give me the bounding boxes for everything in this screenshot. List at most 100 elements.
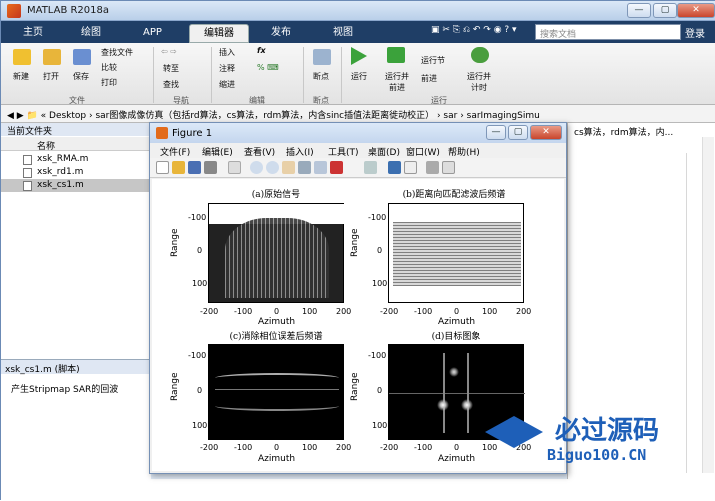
minimize-button[interactable]: —	[627, 3, 651, 18]
fx-button[interactable]: fx	[257, 46, 266, 55]
file-name: xsk_cs1.m	[37, 180, 84, 190]
goto-button[interactable]: 转至	[163, 63, 179, 74]
editor-tab-label[interactable]: cs算法，rdm算法，内...	[574, 125, 673, 138]
subplot-a-title: (a)原始信号	[251, 190, 301, 200]
hide-tools-icon[interactable]	[426, 161, 439, 174]
new-button[interactable]: 新建	[13, 71, 29, 82]
open-icon[interactable]	[172, 161, 185, 174]
pan-icon[interactable]	[282, 161, 295, 174]
zoom-in-icon[interactable]	[250, 161, 263, 174]
search-input[interactable]: 搜索文档	[535, 24, 681, 40]
menu-desktop[interactable]: 桌面(D)	[368, 145, 400, 158]
y-tick-label: 100	[192, 279, 208, 288]
legend-icon[interactable]	[404, 161, 417, 174]
address-bar[interactable]: ◀ ▶ 📁 « Desktop › sar图像成像仿真（包括rd算法，cs算法，…	[1, 105, 715, 123]
login-link[interactable]: 登录	[685, 25, 705, 40]
menu-help[interactable]: 帮助(H)	[448, 145, 480, 158]
point-target	[437, 399, 449, 411]
dock-icon[interactable]	[442, 161, 455, 174]
graduation-cap-icon	[485, 416, 543, 448]
figure-maximize-button[interactable]: ▢	[508, 125, 528, 140]
subplot-c-axes[interactable]	[208, 344, 344, 440]
menu-insert[interactable]: 插入(I)	[286, 145, 314, 158]
maximize-button[interactable]: ▢	[653, 3, 677, 18]
save-button[interactable]: 保存	[73, 71, 89, 82]
close-button[interactable]: ✕	[677, 3, 715, 18]
compare-button[interactable]: 比较	[101, 62, 117, 73]
pointer-icon[interactable]	[228, 161, 241, 174]
run-advance-button[interactable]: 运行并 前进	[385, 71, 409, 93]
percent-icon[interactable]: % ⌨	[257, 63, 279, 72]
subplot-b-axes[interactable]	[388, 203, 524, 303]
breadcrumb[interactable]: « Desktop › sar图像成像仿真（包括rd算法，cs算法，rdm算法，…	[41, 111, 540, 121]
find-button[interactable]: 查找	[163, 79, 179, 90]
y-tick-label: -100	[368, 351, 387, 360]
advance-button[interactable]: 前进	[421, 73, 437, 84]
window-title: MATLAB R2018a	[27, 5, 110, 16]
find-files-button[interactable]: 查找文件	[101, 47, 133, 58]
save-icon[interactable]	[188, 161, 201, 174]
x-axis-label: Azimuth	[438, 317, 476, 327]
open-button[interactable]: 打开	[43, 71, 59, 82]
tab-publish[interactable]: 发布	[257, 24, 305, 43]
breakpoints-button[interactable]: 断点	[313, 71, 329, 82]
run-advance-icon	[387, 47, 405, 63]
point-target	[449, 367, 459, 377]
new-figure-icon[interactable]	[156, 161, 169, 174]
point-target	[461, 399, 473, 411]
print-button[interactable]: 打印	[101, 77, 117, 88]
menu-view[interactable]: 查看(V)	[244, 145, 275, 158]
subplot-c-title: (c)消除相位误差后频谱	[229, 332, 323, 342]
brush-icon[interactable]	[330, 161, 343, 174]
colorbar-icon[interactable]	[388, 161, 401, 174]
x-tick-label: 0	[454, 307, 460, 316]
print-icon[interactable]	[204, 161, 217, 174]
figure-toolbar	[150, 158, 566, 178]
list-item[interactable]: xsk_RMA.m	[1, 153, 151, 166]
figure-title: Figure 1	[172, 128, 213, 139]
figure-close-button[interactable]: ✕	[530, 125, 562, 140]
run-time-icon	[471, 47, 489, 63]
subplot-a-axes[interactable]	[208, 203, 345, 303]
subplot-d-title: (d)目标图象	[431, 332, 481, 342]
zoom-out-icon[interactable]	[266, 161, 279, 174]
run-time-button[interactable]: 运行并 计时	[467, 71, 491, 93]
back-arrows-icon[interactable]: ⇦ ⇨	[161, 47, 177, 56]
menu-window[interactable]: 窗口(W)	[406, 145, 440, 158]
path-arrows-icon[interactable]: ◀ ▶ 📁	[7, 111, 41, 121]
tab-view[interactable]: 视图	[319, 24, 367, 43]
rotate-icon[interactable]	[298, 161, 311, 174]
separator	[153, 47, 154, 103]
menu-tools[interactable]: 工具(T)	[328, 145, 359, 158]
matlab-logo-icon	[7, 4, 21, 18]
run-button[interactable]: 运行	[351, 71, 367, 82]
list-item[interactable]: xsk_cs1.m	[1, 179, 151, 192]
separator	[341, 47, 342, 103]
figure-minimize-button[interactable]: —	[486, 125, 506, 140]
tab-home[interactable]: 主页	[9, 24, 57, 43]
tab-apps[interactable]: APP	[129, 24, 176, 43]
x-tick-label: 0	[454, 443, 460, 452]
figure-logo-icon	[156, 127, 168, 139]
data-cursor-icon[interactable]	[314, 161, 327, 174]
current-folder-panel: 当前文件夹 名称 xsk_RMA.m xsk_rd1.m xsk_cs1.m	[1, 123, 151, 359]
command-window[interactable]	[151, 479, 715, 501]
link-plot-icon[interactable]	[364, 161, 377, 174]
x-tick-label: -200	[200, 443, 219, 452]
phase-corrected-arc	[215, 373, 339, 383]
menu-edit[interactable]: 编辑(E)	[202, 145, 233, 158]
quick-access-icons[interactable]: ▣ ✂ ⎘ ⎌ ↶ ↷ ◉ ? ▾	[431, 25, 527, 39]
x-axis-label: Azimuth	[258, 454, 296, 464]
watermark-url-text: Biguo100.CN	[547, 446, 647, 464]
name-column-header[interactable]: 名称	[1, 137, 151, 152]
list-item[interactable]: xsk_rd1.m	[1, 166, 151, 179]
tab-editor[interactable]: 编辑器	[189, 24, 249, 43]
run-section-button[interactable]: 运行节	[421, 55, 445, 66]
insert-button[interactable]: 插入	[219, 47, 235, 58]
menu-file[interactable]: 文件(F)	[160, 145, 190, 158]
tab-plots[interactable]: 绘图	[67, 24, 115, 43]
sar-raw-echo-image	[225, 218, 329, 298]
comment-button[interactable]: 注释	[219, 63, 235, 74]
indent-button[interactable]: 缩进	[219, 79, 235, 90]
y-tick-label: 100	[192, 421, 208, 430]
